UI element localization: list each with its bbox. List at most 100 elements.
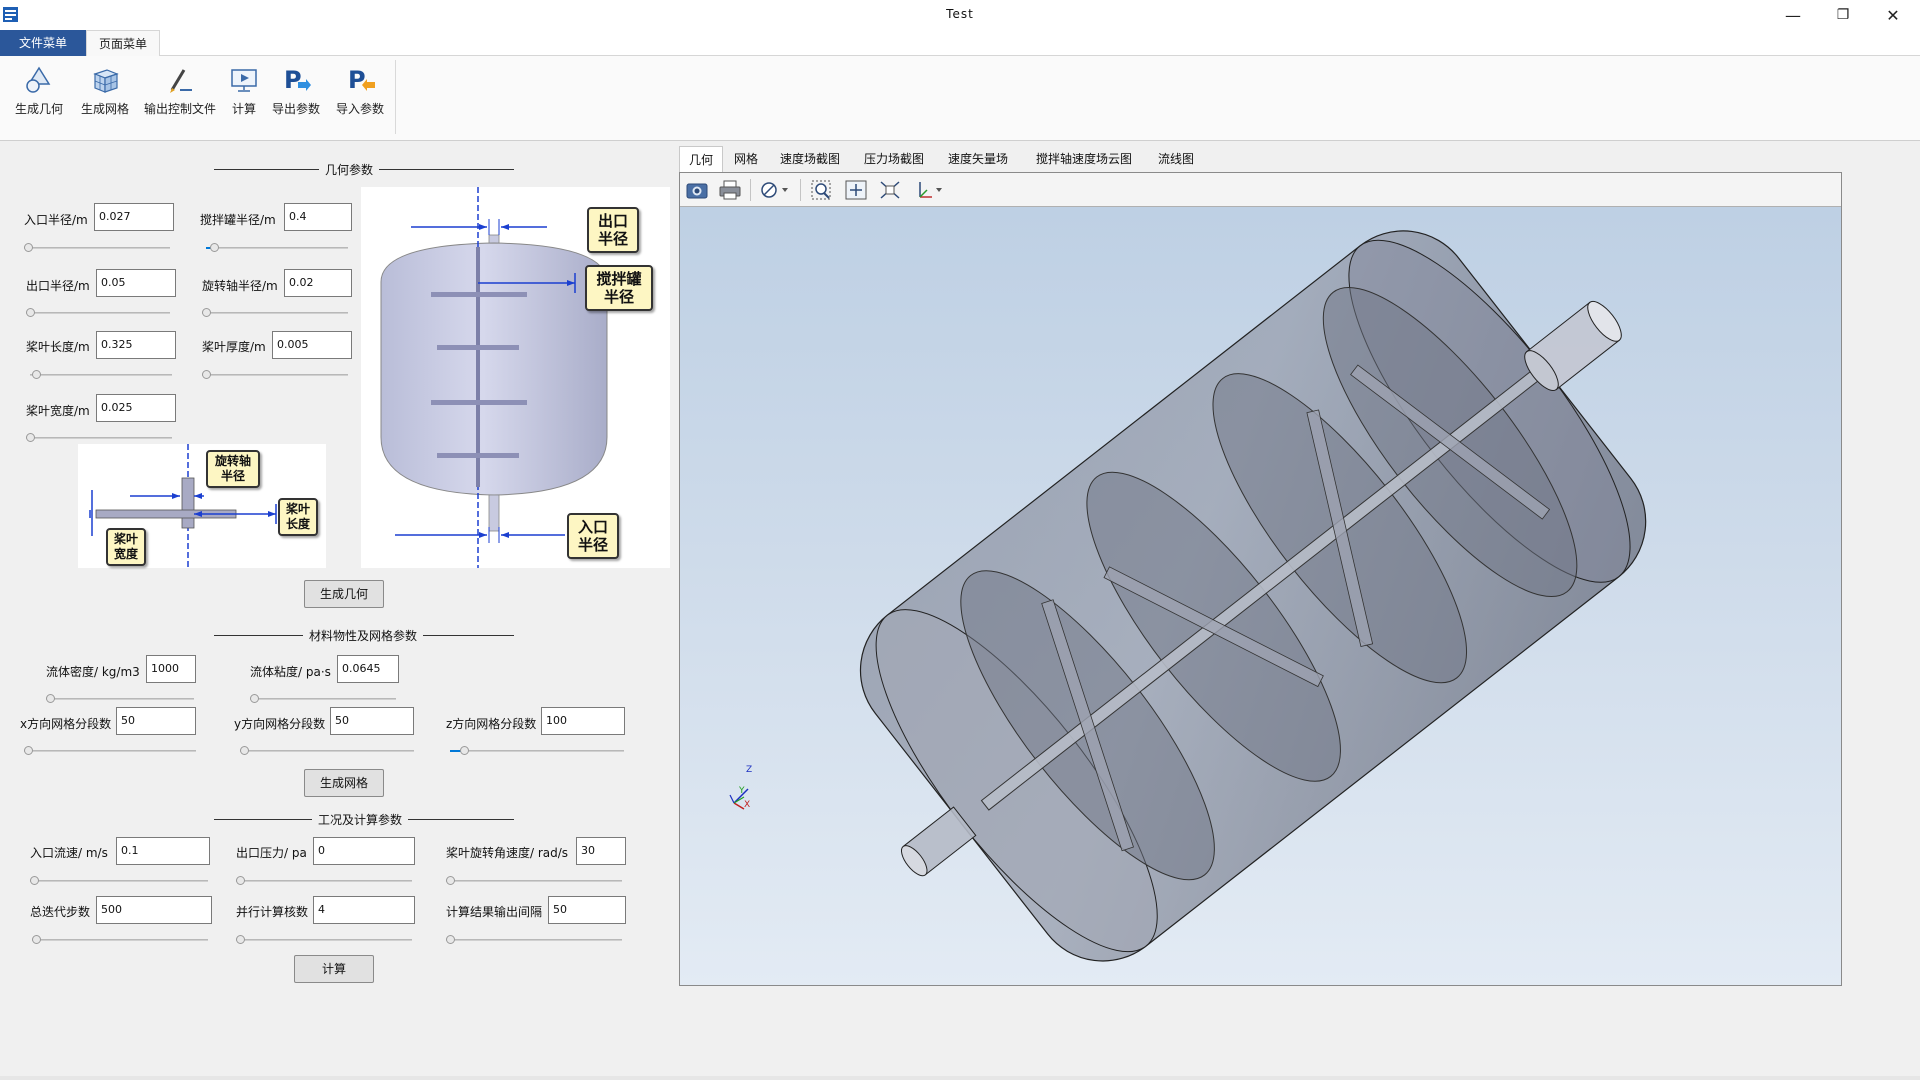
- y-segments-label: y方向网格分段数: [234, 717, 326, 731]
- import-params-button[interactable]: P 导入参数: [334, 64, 386, 117]
- inlet-radius-callout: 入口 半径: [567, 513, 619, 559]
- output-interval-slider[interactable]: [446, 935, 622, 945]
- compute-panel-button[interactable]: 计算: [294, 955, 374, 983]
- tab-shaft-velocity-contour[interactable]: 搅拌轴速度场云图: [1027, 146, 1141, 172]
- output-control-file-button[interactable]: 输出控制文件: [142, 64, 218, 117]
- inlet-velocity-input[interactable]: 0.1: [116, 837, 210, 865]
- blade-speed-slider[interactable]: [446, 876, 622, 886]
- blade-speed-label: 桨叶旋转角速度/ rad/s: [446, 846, 569, 860]
- cores-slider[interactable]: [236, 935, 412, 945]
- maximize-button[interactable]: ❐: [1820, 0, 1866, 30]
- blade-width-label: 桨叶宽度/m: [26, 404, 90, 418]
- fit-all-icon[interactable]: [844, 179, 868, 201]
- outlet-radius-label: 出口半径/m: [26, 279, 90, 293]
- tab-mesh[interactable]: 网格: [725, 146, 767, 172]
- blade-width-slider[interactable]: [26, 433, 172, 443]
- generate-geometry-button[interactable]: 生成几何: [12, 64, 66, 117]
- y-segments-slider[interactable]: [240, 746, 414, 756]
- tab-page-menu[interactable]: 页面菜单: [86, 30, 160, 57]
- tab-pressure-slice[interactable]: 压力场截图: [855, 146, 933, 172]
- outlet-radius-input[interactable]: 0.05: [96, 269, 176, 297]
- blade-thickness-label: 桨叶厚度/m: [202, 340, 266, 354]
- outlet-radius-slider[interactable]: [26, 308, 170, 318]
- shaft-radius-slider[interactable]: [202, 308, 348, 318]
- import-p-icon: P: [348, 66, 375, 94]
- x-segments-label: x方向网格分段数: [20, 717, 112, 731]
- y-segments-input[interactable]: 50: [330, 707, 414, 735]
- density-slider[interactable]: [46, 694, 194, 704]
- viscosity-slider[interactable]: [250, 694, 396, 704]
- close-button[interactable]: ✕: [1870, 0, 1916, 30]
- export-p-icon: P: [284, 66, 311, 94]
- shaft-radius-input[interactable]: 0.02: [284, 269, 352, 297]
- ribbon-label: 计算: [231, 102, 256, 116]
- tank-radius-callout: 搅拌罐 半径: [585, 265, 653, 311]
- generate-geometry-panel-button[interactable]: 生成几何: [304, 580, 384, 608]
- axis-x-label: X: [744, 800, 751, 810]
- ribbon-toolbar: 生成几何 生成网格 输出控制文件 计算 P 导出参数 P 导入参数: [0, 56, 1920, 141]
- ribbon-label: 生成几何: [14, 102, 63, 116]
- x-segments-slider[interactable]: [24, 746, 196, 756]
- 3d-viewer: Z Y X: [679, 172, 1842, 986]
- tab-velocity-slice[interactable]: 速度场截图: [771, 146, 849, 172]
- blade-diagram: 旋转轴 半径 桨叶 长度 桨叶 宽度: [78, 444, 326, 568]
- minimize-button[interactable]: —: [1770, 0, 1816, 30]
- title-bar: Test — ❐ ✕: [0, 0, 1920, 30]
- axes-icon[interactable]: [912, 179, 946, 201]
- camera-icon[interactable]: [685, 179, 709, 201]
- parameter-panel: 几何参数 入口半径/m 0.027 搅拌罐半径/m 0.4 出口半径/m 0.0…: [0, 141, 672, 1080]
- ribbon-label: 导入参数: [335, 102, 384, 116]
- inlet-radius-slider[interactable]: [24, 243, 170, 253]
- iterations-input[interactable]: 500: [96, 896, 212, 924]
- density-label: 流体密度/ kg/m3: [46, 665, 140, 679]
- zoom-box-icon[interactable]: [810, 179, 834, 201]
- zoom-extents-icon[interactable]: [878, 179, 902, 201]
- ribbon-label: 生成网格: [80, 102, 129, 116]
- 3d-scene[interactable]: Z Y X: [680, 207, 1841, 985]
- x-segments-input[interactable]: 50: [116, 707, 196, 735]
- geometry-section-title: 几何参数: [214, 161, 514, 178]
- generate-mesh-panel-button[interactable]: 生成网格: [304, 769, 384, 797]
- density-input[interactable]: 1000: [146, 655, 196, 683]
- inlet-radius-input[interactable]: 0.027: [94, 203, 174, 231]
- print-icon[interactable]: [718, 179, 742, 201]
- outlet-pressure-input[interactable]: 0: [313, 837, 415, 865]
- compute-button[interactable]: 计算: [228, 64, 260, 117]
- blade-thickness-slider[interactable]: [202, 370, 348, 380]
- shaft-radius-callout: 旋转轴 半径: [206, 450, 260, 488]
- axis-z-label: Z: [746, 765, 753, 775]
- pen-edit-icon: [170, 69, 192, 93]
- ribbon-separator: [395, 60, 396, 134]
- viewer-toolbar: [680, 173, 1841, 207]
- window-title: Test: [946, 7, 974, 21]
- visibility-icon[interactable]: [758, 179, 792, 201]
- tank-radius-slider[interactable]: [206, 243, 348, 253]
- tab-streamline[interactable]: 流线图: [1149, 146, 1203, 172]
- cores-label: 并行计算核数: [236, 905, 309, 919]
- output-interval-input[interactable]: 50: [548, 896, 626, 924]
- inlet-velocity-slider[interactable]: [30, 876, 208, 886]
- blade-width-input[interactable]: 0.025: [96, 394, 176, 422]
- geometry-icon: [26, 66, 51, 93]
- outlet-pressure-slider[interactable]: [236, 876, 412, 886]
- blade-speed-input[interactable]: 30: [576, 837, 626, 865]
- tab-file-menu[interactable]: 文件菜单: [0, 30, 86, 56]
- tab-velocity-vector[interactable]: 速度矢量场: [939, 146, 1017, 172]
- generate-mesh-button[interactable]: 生成网格: [78, 64, 132, 117]
- z-segments-input[interactable]: 100: [541, 707, 625, 735]
- cores-input[interactable]: 4: [313, 896, 415, 924]
- z-segments-slider[interactable]: [450, 746, 624, 756]
- export-params-button[interactable]: P 导出参数: [270, 64, 322, 117]
- blade-thickness-input[interactable]: 0.005: [272, 331, 352, 359]
- iterations-label: 总迭代步数: [30, 905, 91, 919]
- blade-length-slider[interactable]: [30, 370, 172, 380]
- tank-radius-input[interactable]: 0.4: [284, 203, 352, 231]
- blade-length-input[interactable]: 0.325: [96, 331, 176, 359]
- tab-geometry[interactable]: 几何: [679, 146, 724, 173]
- viscosity-input[interactable]: 0.0645: [337, 655, 399, 683]
- blade-length-label: 桨叶长度/m: [26, 340, 90, 354]
- iterations-slider[interactable]: [32, 935, 208, 945]
- tank-radius-label: 搅拌罐半径/m: [200, 213, 276, 227]
- outlet-pressure-label: 出口压力/ pa: [236, 846, 307, 860]
- ribbon-label: 导出参数: [271, 102, 320, 116]
